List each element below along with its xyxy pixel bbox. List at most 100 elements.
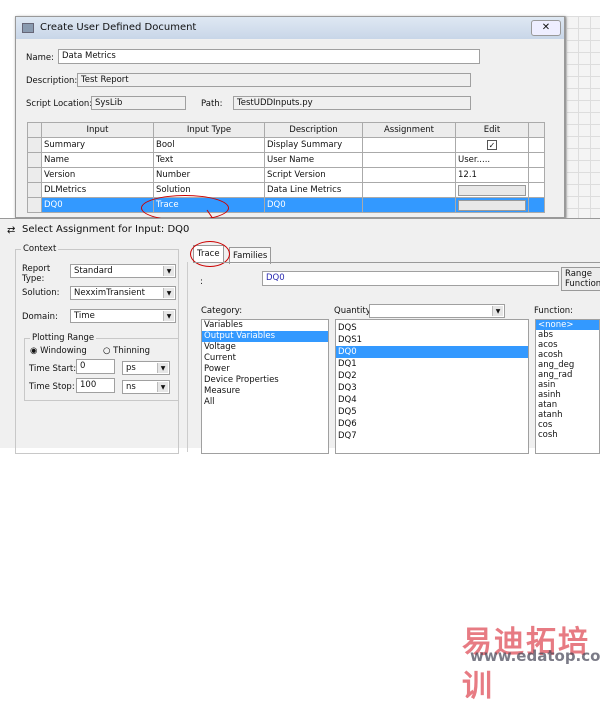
cell-extra: [528, 137, 545, 153]
list-item[interactable]: DQ5: [336, 406, 528, 418]
list-item[interactable]: ang_rad: [536, 370, 599, 380]
edit-button[interactable]: [458, 184, 526, 196]
cell-input: DLMetrics: [41, 182, 154, 198]
time-start-label: Time Start:: [29, 364, 77, 374]
row-header[interactable]: [27, 182, 42, 198]
cell-assignment[interactable]: [362, 137, 456, 153]
app-icon: [22, 23, 34, 33]
time-start-input[interactable]: 0: [76, 359, 115, 374]
expression-input[interactable]: DQ0: [262, 271, 559, 286]
thinning-radio[interactable]: ○ Thinning: [103, 346, 150, 356]
list-item[interactable]: Output Variables: [202, 331, 328, 342]
category-list[interactable]: Variables Output Variables Voltage Current P…: [201, 319, 329, 454]
list-item[interactable]: asin: [536, 380, 599, 390]
list-item[interactable]: Device Properties: [202, 375, 328, 386]
table-row[interactable]: Summary Bool Display Summary ✓: [27, 137, 545, 153]
cell-edit[interactable]: [455, 182, 529, 198]
chevron-down-icon: ▼: [157, 382, 168, 392]
cell-assignment[interactable]: [362, 152, 456, 168]
row-header[interactable]: [27, 137, 42, 153]
list-item[interactable]: DQ3: [336, 382, 528, 394]
list-item[interactable]: acos: [536, 340, 599, 350]
list-item[interactable]: cosh: [536, 430, 599, 440]
list-item[interactable]: acosh: [536, 350, 599, 360]
list-item[interactable]: DQ7: [336, 430, 528, 442]
list-item[interactable]: abs: [536, 330, 599, 340]
time-stop-unit: ns: [126, 382, 136, 392]
domain-select[interactable]: Time ▼: [70, 309, 176, 323]
list-item[interactable]: DQ1: [336, 358, 528, 370]
chevron-down-icon: ▼: [492, 306, 503, 316]
table-row[interactable]: DLMetrics Solution Data Line Metrics: [27, 182, 545, 198]
cell-assignment[interactable]: [362, 167, 456, 183]
cell-edit[interactable]: User.....: [455, 152, 529, 168]
list-item[interactable]: asinh: [536, 390, 599, 400]
range-function-button[interactable]: Range Function...: [561, 267, 600, 291]
list-item[interactable]: Power: [202, 364, 328, 375]
column-header-assignment[interactable]: Assignment: [362, 122, 456, 138]
windowing-radio[interactable]: ◉ Windowing: [30, 346, 87, 356]
quantity-label: Quantity:: [334, 306, 373, 316]
cell-assignment[interactable]: [362, 182, 456, 198]
time-start-unit: ps: [126, 363, 136, 373]
name-input[interactable]: Data Metrics: [58, 49, 480, 64]
domain-label: Domain:: [22, 312, 58, 322]
cell-edit[interactable]: 12.1: [455, 167, 529, 183]
name-label: Name:: [26, 53, 54, 63]
column-header-description[interactable]: Description: [264, 122, 363, 138]
time-stop-unit-select[interactable]: ns ▼: [122, 380, 170, 394]
solution-select[interactable]: NexximTransient ▼: [70, 286, 176, 300]
row-header[interactable]: [27, 152, 42, 168]
list-item[interactable]: Voltage: [202, 342, 328, 353]
quantity-select[interactable]: ▼: [369, 304, 505, 318]
list-item[interactable]: <none>: [536, 320, 599, 330]
list-item[interactable]: atanh: [536, 410, 599, 420]
quantity-list[interactable]: DQS DQS1 DQ0 DQ1 DQ2 DQ3 DQ4 DQ5 DQ6 DQ7: [335, 319, 529, 454]
column-header-input[interactable]: Input: [41, 122, 154, 138]
time-stop-input[interactable]: 100: [76, 378, 115, 393]
list-item[interactable]: All: [202, 397, 328, 408]
title-bar: Create User Defined Document ✕: [16, 17, 564, 39]
script-location-input[interactable]: SysLib: [91, 96, 186, 110]
report-type-select[interactable]: Standard ▼: [70, 264, 176, 278]
function-list[interactable]: <none> abs acos acosh ang_deg ang_rad asin asin…: [535, 319, 600, 454]
time-start-unit-select[interactable]: ps ▼: [122, 361, 170, 375]
cell-type: Number: [153, 167, 265, 183]
cell-input: Summary: [41, 137, 154, 153]
list-item[interactable]: Current: [202, 353, 328, 364]
column-header-extra: [528, 122, 545, 138]
cell-extra: [528, 167, 545, 183]
list-item[interactable]: DQS1: [336, 334, 528, 346]
list-item[interactable]: DQS: [336, 322, 528, 334]
path-label: Path:: [201, 99, 223, 109]
table-row[interactable]: Name Text User Name User.....: [27, 152, 545, 168]
list-item[interactable]: DQ0: [336, 346, 528, 358]
table-row[interactable]: Version Number Script Version 12.1: [27, 167, 545, 183]
column-header-edit[interactable]: Edit: [455, 122, 529, 138]
list-item[interactable]: ang_deg: [536, 360, 599, 370]
edit-button[interactable]: [458, 199, 526, 211]
description-input[interactable]: Test Report: [77, 73, 471, 87]
summary-checkbox[interactable]: ✓: [455, 137, 529, 153]
close-icon[interactable]: ✕: [531, 20, 561, 36]
cell-edit[interactable]: [455, 197, 529, 213]
list-item[interactable]: Variables: [202, 320, 328, 331]
cell-assignment[interactable]: [362, 197, 456, 213]
list-item[interactable]: atan: [536, 400, 599, 410]
script-location-label: Script Location:: [26, 99, 93, 109]
list-item[interactable]: Measure: [202, 386, 328, 397]
plotting-range-label: Plotting Range: [30, 333, 97, 343]
solution-label: Solution:: [22, 288, 60, 298]
path-input[interactable]: TestUDDInputs.py: [233, 96, 471, 110]
row-header[interactable]: [27, 167, 42, 183]
function-label: Function:: [534, 306, 574, 316]
list-item[interactable]: DQ2: [336, 370, 528, 382]
row-header[interactable]: [27, 197, 42, 213]
cell-description: Display Summary: [264, 137, 363, 153]
list-item[interactable]: DQ6: [336, 418, 528, 430]
cell-input: Name: [41, 152, 154, 168]
column-header-input-type[interactable]: Input Type: [153, 122, 265, 138]
list-item[interactable]: cos: [536, 420, 599, 430]
table-row-selected[interactable]: DQ0 Trace DQ0: [27, 197, 545, 213]
list-item[interactable]: DQ4: [336, 394, 528, 406]
